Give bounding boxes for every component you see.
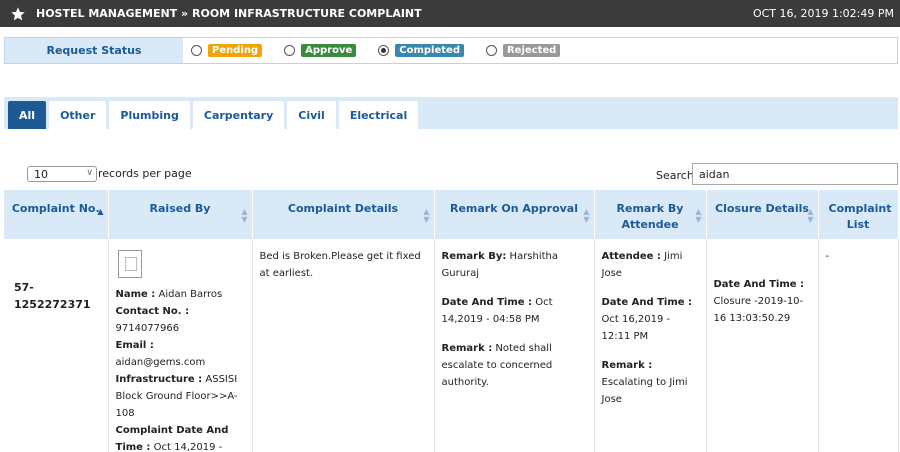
raised-by-contact: 9714077966 xyxy=(115,323,180,334)
request-status-label: Request Status xyxy=(5,38,183,63)
closure-date: Closure -2019-10-16 13:03:50.29 xyxy=(713,296,804,324)
sort-icon: ▲ ▼ xyxy=(695,207,702,224)
approval-remark-cell: Remark By: Harshitha Gururaj Date And Ti… xyxy=(434,239,595,452)
sort-asc-icon: ▲ xyxy=(97,207,104,216)
sort-icon: ▲ ▼ xyxy=(241,207,248,224)
top-header-bar: HOSTEL MANAGEMENT » ROOM INFRASTRUCTURE … xyxy=(0,0,900,27)
status-option-rejected[interactable]: Rejected xyxy=(485,44,561,57)
star-icon xyxy=(11,6,25,20)
current-datetime: OCT 16, 2019 1:02:49 PM xyxy=(752,7,894,20)
status-option-pending[interactable]: Pending xyxy=(191,44,263,57)
column-header-complaint-list[interactable]: Complaint List xyxy=(818,190,899,239)
column-header-complaint-details[interactable]: Complaint Details ▲ ▼ xyxy=(252,190,435,239)
attendee-remark-cell: Attendee : Jimi Jose Date And Time : Oct … xyxy=(594,239,707,452)
attendee-remark: Escalating to Jimi Jose xyxy=(601,377,688,405)
attendee-date: Oct 16,2019 - 12:11 PM xyxy=(601,314,671,342)
column-header-closure-details[interactable]: Closure Details ▲ ▼ xyxy=(706,190,819,239)
sort-icon: ▲ ▼ xyxy=(423,207,430,224)
closure-details-cell: Date And Time : Closure -2019-10-16 13:0… xyxy=(706,239,819,452)
table-header-row: Complaint No. ▲ Raised By ▲ ▼ Complaint Det… xyxy=(4,190,899,239)
column-header-remark-attendee[interactable]: Remark By Attendee ▲ ▼ xyxy=(594,190,707,239)
tab-all[interactable]: All xyxy=(8,101,47,129)
records-per-page-select[interactable]: 10 ∨ xyxy=(27,166,97,182)
status-option-approve[interactable]: Approve xyxy=(284,44,357,57)
radio-completed[interactable] xyxy=(378,45,390,56)
status-tag-completed[interactable]: Completed xyxy=(395,44,464,57)
chevron-down-icon: ∨ xyxy=(86,168,93,178)
tab-carpentary[interactable]: Carpentary xyxy=(192,101,285,129)
sort-icon: ▲ ▼ xyxy=(583,207,590,224)
request-status-options: Pending Approve Completed Rejected xyxy=(191,44,582,57)
status-option-completed[interactable]: Completed xyxy=(378,44,464,57)
radio-pending[interactable] xyxy=(191,45,202,56)
records-per-page-value: 10 xyxy=(34,167,48,181)
status-tag-approve[interactable]: Approve xyxy=(301,44,357,57)
search-input[interactable]: aidan xyxy=(692,163,898,185)
column-header-raised-by[interactable]: Raised By ▲ ▼ xyxy=(108,190,253,239)
image-placeholder-icon[interactable] xyxy=(117,250,142,278)
records-per-page-label: records per page xyxy=(98,167,192,180)
request-status-bar: Request Status Pending Approve Completed… xyxy=(4,37,898,64)
complaint-number: 57-1252272371 xyxy=(4,239,109,452)
tab-electrical[interactable]: Electrical xyxy=(338,101,419,129)
radio-approve[interactable] xyxy=(284,45,296,56)
table-row: 57-1252272371 Name : Aidan Barros Contac… xyxy=(4,239,899,452)
status-tag-rejected[interactable]: Rejected xyxy=(502,44,561,57)
complaint-details-text: Bed is Broken.Please get it fixed at ear… xyxy=(252,239,435,452)
tab-other[interactable]: Other xyxy=(49,101,107,129)
raised-by-cell: Name : Aidan Barros Contact No. : 971407… xyxy=(108,239,253,452)
raised-by-name: Aidan Barros xyxy=(158,289,223,300)
sort-icon: ▲ ▼ xyxy=(807,207,814,224)
column-header-complaint-no[interactable]: Complaint No. ▲ xyxy=(4,190,109,239)
column-header-remark-approval[interactable]: Remark On Approval ▲ ▼ xyxy=(434,190,595,239)
category-tabs-bar: All Other Plumbing Carpentary Civil Elec… xyxy=(4,97,898,129)
radio-rejected[interactable] xyxy=(485,45,497,56)
raised-by-email: aidan@gems.com xyxy=(115,357,206,368)
tab-civil[interactable]: Civil xyxy=(287,101,336,129)
category-tabs: All Other Plumbing Carpentary Civil Elec… xyxy=(8,101,421,129)
complaints-table: Complaint No. ▲ Raised By ▲ ▼ Complaint Det… xyxy=(4,190,899,452)
status-tag-pending[interactable]: Pending xyxy=(208,44,263,57)
page-title: HOSTEL MANAGEMENT » ROOM INFRASTRUCTURE … xyxy=(36,7,422,20)
tab-plumbing[interactable]: Plumbing xyxy=(109,101,190,129)
complaint-list-cell: - xyxy=(818,239,899,452)
